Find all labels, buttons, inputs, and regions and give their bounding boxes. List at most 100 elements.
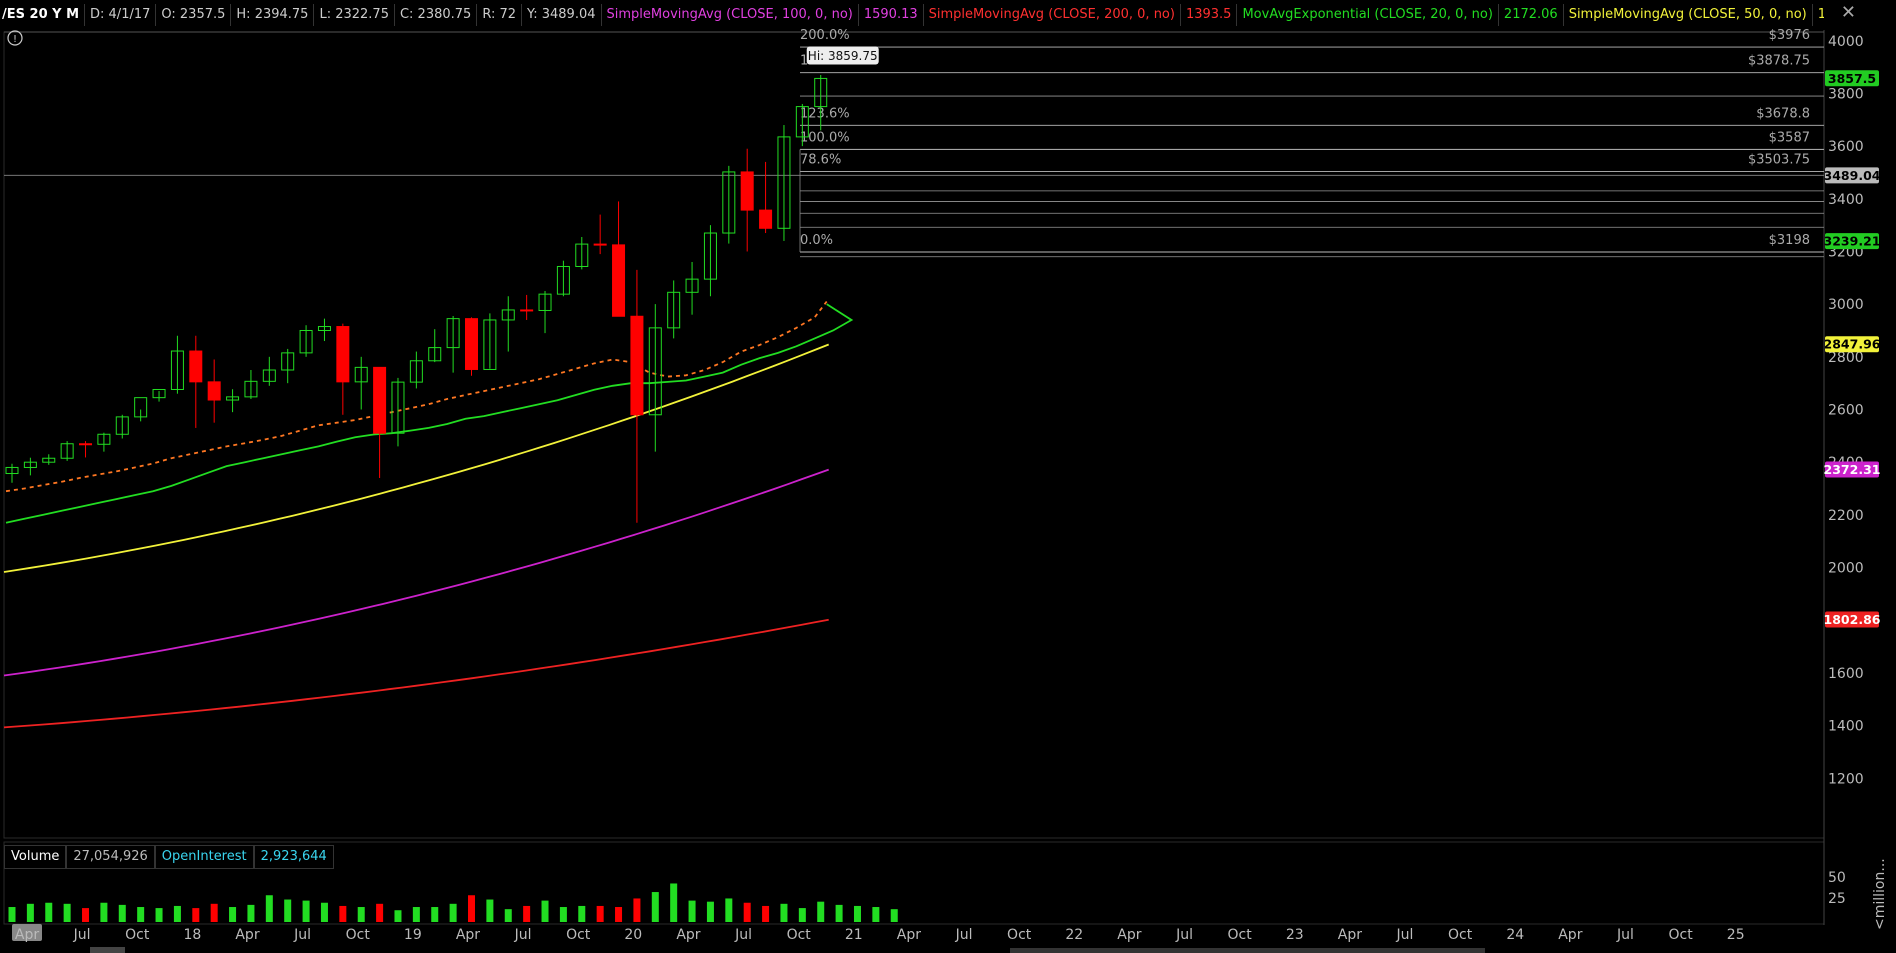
volume-bar — [284, 899, 292, 922]
study-label[interactable]: SimpleMovingAvg (CLOSE, 50, 0, no) — [1564, 4, 1813, 26]
y-axis-tick: 2000 — [1828, 561, 1864, 577]
volume-bar — [523, 905, 531, 922]
y-axis-tick: 2800 — [1828, 350, 1864, 366]
x-axis-tick: Oct — [1007, 927, 1032, 943]
study-label[interactable]: SimpleMovingAvg (CLOSE, 200, 0, no) — [924, 4, 1181, 26]
volume-bar — [688, 900, 696, 922]
x-axis-tick: Oct — [566, 927, 591, 943]
x-axis-tick: 18 — [183, 927, 201, 943]
y-axis-tick: 3000 — [1828, 297, 1864, 313]
volume-bar — [762, 905, 770, 922]
x-axis-tick: 20 — [624, 927, 642, 943]
volume-bar — [63, 903, 71, 922]
volume-bar — [725, 898, 733, 922]
volume-bar — [578, 905, 586, 922]
candle-body — [630, 315, 644, 416]
hi-label: Hi: 3859.75 — [808, 49, 878, 63]
x-axis-tick: Apr — [1558, 927, 1582, 943]
x-axis-tick: Apr — [15, 927, 39, 943]
study-label[interactable]: SimpleMovingAvg (CLOSE, 100, 0, no) — [602, 4, 859, 26]
volume-bar — [890, 909, 898, 922]
fib-percent-label: 78.6% — [800, 152, 841, 167]
x-axis-tick: Oct — [1448, 927, 1473, 943]
volume-bar — [670, 883, 678, 922]
high-readout: H: 2394.75 — [231, 4, 315, 26]
scrollbar-thumb[interactable] — [1010, 948, 1485, 953]
volume-bar — [8, 907, 16, 922]
x-axis-tick: 21 — [845, 927, 863, 943]
sma100-line — [3, 468, 830, 677]
volume-bars — [8, 883, 898, 922]
x-axis-tick: 19 — [404, 927, 422, 943]
scrollbar-thumb-left[interactable] — [90, 947, 125, 953]
x-axis-tick: Oct — [1228, 927, 1253, 943]
candle-body — [759, 209, 773, 229]
x-axis-tick: Jul — [1175, 927, 1193, 943]
candle-body — [189, 350, 203, 383]
x-axis-tick: Oct — [787, 927, 812, 943]
volume-bar — [192, 908, 200, 922]
study-value: 1590.13 — [859, 4, 924, 26]
x-axis-tick: Apr — [897, 927, 921, 943]
volume-bar — [394, 910, 402, 922]
volume-bar — [357, 907, 365, 922]
price-pane-frame — [3, 31, 1825, 839]
chart-header: /ES 20 Y M D: 4/1/17 O: 2357.5 H: 2394.7… — [0, 0, 1824, 30]
open-interest-label[interactable]: OpenInterest — [154, 845, 254, 869]
date-readout: D: 4/1/17 — [85, 4, 157, 26]
y-axis-tick: 2600 — [1828, 403, 1864, 419]
volume-bar — [835, 904, 843, 922]
price-badge: 2847.96 — [1824, 337, 1881, 352]
price-badge: 3857.5 — [1828, 71, 1876, 86]
y-axis-tick: 3400 — [1828, 192, 1864, 208]
volume-axis-tick: 25 — [1828, 891, 1846, 907]
volume-bar — [651, 892, 659, 922]
volume-bar — [376, 903, 384, 922]
volume-bar — [780, 903, 788, 922]
volume-bar — [853, 905, 861, 922]
x-axis-tick: Oct — [346, 927, 371, 943]
volume-label[interactable]: Volume — [4, 845, 67, 869]
volume-bar — [118, 904, 126, 922]
volume-bar — [320, 902, 328, 922]
low-readout: L: 2322.75 — [314, 4, 395, 26]
x-axis-tick: Oct — [125, 927, 150, 943]
fib-percent-label: 123.6% — [800, 106, 850, 121]
chart-canvas[interactable]: ! 200.0%$3976175.0%$3878.75123.6%$3678.8… — [0, 0, 1896, 953]
fib-price-label: $3587 — [1769, 131, 1810, 146]
fib-price-label: $3878.75 — [1748, 54, 1810, 69]
volume-bar — [596, 905, 604, 922]
candle-body — [740, 171, 754, 211]
x-axis-tick: Apr — [676, 927, 700, 943]
fib-price-label: $3198 — [1769, 233, 1810, 248]
x-axis-tick: Apr — [1338, 927, 1362, 943]
symbol-label[interactable]: /ES 20 Y M — [0, 4, 86, 26]
x-axis-tick: Apr — [1117, 927, 1141, 943]
close-readout: C: 2380.75 — [395, 4, 478, 26]
x-axis-tick: Jul — [73, 927, 91, 943]
x-axis-tick: Jul — [955, 927, 973, 943]
study-label[interactable]: MovAvgExponential (CLOSE, 20, 0, no) — [1237, 4, 1499, 26]
x-axis-tick: Apr — [235, 927, 259, 943]
close-icon[interactable]: ✕ — [1841, 2, 1856, 23]
candle-body — [593, 243, 607, 246]
volume-axis-tick: 50 — [1828, 870, 1846, 886]
volume-bar — [504, 909, 512, 922]
volume-bar — [486, 899, 494, 922]
volume-bar — [706, 901, 714, 922]
fibonacci-retracement[interactable]: 200.0%$3976175.0%$3878.75123.6%$3678.810… — [799, 28, 1824, 258]
candle-body — [336, 326, 350, 383]
volume-legend: Volume 27,054,926 OpenInterest 2,923,644 — [4, 845, 334, 869]
x-axis-tick: Apr — [456, 927, 480, 943]
x-axis-tick: 23 — [1286, 927, 1304, 943]
volume-bar — [229, 907, 237, 922]
sma200-line — [3, 618, 829, 729]
x-axis-tick: Jul — [1616, 927, 1634, 943]
volume-bar — [26, 903, 34, 922]
x-axis-tick: Jul — [293, 927, 311, 943]
volume-bar — [155, 908, 163, 922]
volume-bar — [412, 907, 420, 922]
volume-bar — [431, 907, 439, 922]
candle-body — [79, 443, 93, 446]
volume-bar — [137, 907, 145, 922]
